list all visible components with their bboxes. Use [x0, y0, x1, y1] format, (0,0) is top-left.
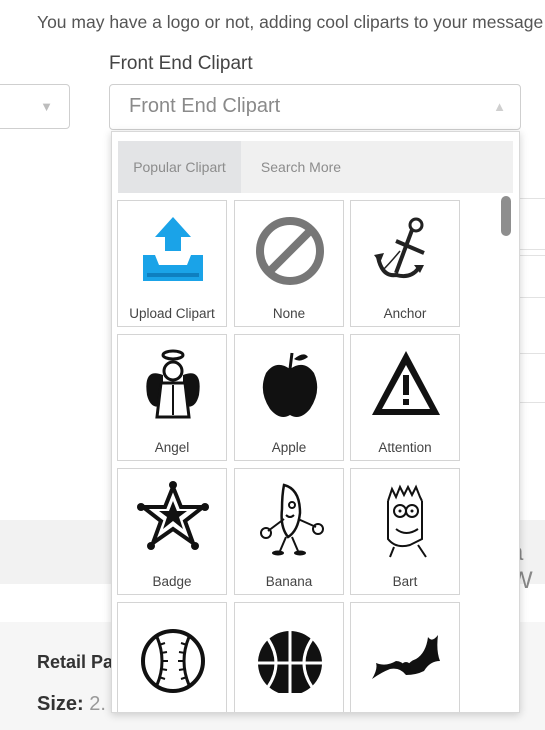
clipart-tile-bart[interactable]: Bart: [350, 468, 460, 595]
clipart-label: Apple: [271, 440, 307, 455]
retail-price-label: Retail Pa: [37, 652, 114, 672]
clipart-tile-anchor[interactable]: Anchor: [350, 200, 460, 327]
clipart-label: Bart: [392, 574, 418, 589]
anchor-icon: [374, 217, 425, 279]
clipart-tile-bat[interactable]: [350, 602, 460, 712]
clipart-label: Attention: [378, 440, 432, 455]
clipart-label: None: [272, 306, 306, 321]
background-box: [517, 353, 545, 403]
clipart-tile-none[interactable]: None: [234, 200, 344, 327]
intro-text: You may have a logo or not, adding cool …: [37, 12, 544, 32]
background-box: [517, 297, 545, 355]
chevron-down-icon: ▼: [40, 99, 53, 114]
clipart-label: Upload Clipart: [129, 306, 215, 321]
clipart-label: Anchor: [383, 306, 427, 321]
size-line: Size: 2.: [37, 693, 106, 716]
clipart-tile-baseball[interactable]: [117, 602, 227, 712]
clipart-tabs: Popular Clipart Search More: [118, 141, 513, 193]
clipart-tile-attention[interactable]: Attention: [350, 334, 460, 461]
attention-icon: [372, 351, 440, 415]
size-value: 2.: [89, 693, 106, 715]
clipart-tile-angel[interactable]: Angel: [117, 334, 227, 461]
size-label: Size:: [37, 693, 84, 715]
clipart-tile-upload[interactable]: Upload Clipart: [117, 200, 227, 327]
clipart-dropdown: Popular Clipart Search More Upload Clipa…: [111, 131, 520, 713]
background-box: [517, 255, 545, 299]
clipart-select-value: Front End Clipart: [129, 95, 281, 117]
clipart-label: Angel: [154, 440, 190, 455]
clipart-tile-badge[interactable]: Badge: [117, 468, 227, 595]
tab-search-more[interactable]: Search More: [241, 141, 361, 193]
basketball-icon: [258, 631, 322, 693]
chevron-up-icon: ▲: [493, 99, 506, 114]
clipart-field-label: Front End Clipart: [109, 53, 253, 74]
badge-icon: [137, 481, 209, 550]
bat-icon: [372, 635, 440, 679]
apple-icon: [262, 352, 318, 417]
background-box: [517, 198, 545, 250]
banana-icon: [260, 483, 324, 556]
clipart-label: Banana: [265, 574, 313, 589]
clipart-tile-apple[interactable]: Apple: [234, 334, 344, 461]
clipart-tile-basketball[interactable]: [234, 602, 344, 712]
angel-icon: [146, 349, 200, 419]
dropdown-scrollbar[interactable]: [501, 196, 511, 236]
upload-icon: [143, 217, 203, 281]
clipart-select[interactable]: Front End Clipart ▲: [109, 84, 521, 130]
baseball-icon: [141, 629, 205, 693]
previous-select[interactable]: ▼: [0, 84, 70, 129]
tab-popular-clipart[interactable]: Popular Clipart: [118, 141, 241, 193]
bart-icon: [387, 484, 427, 558]
clipart-label: Badge: [152, 574, 192, 589]
none-icon: [256, 217, 324, 285]
clipart-tile-banana[interactable]: Banana: [234, 468, 344, 595]
